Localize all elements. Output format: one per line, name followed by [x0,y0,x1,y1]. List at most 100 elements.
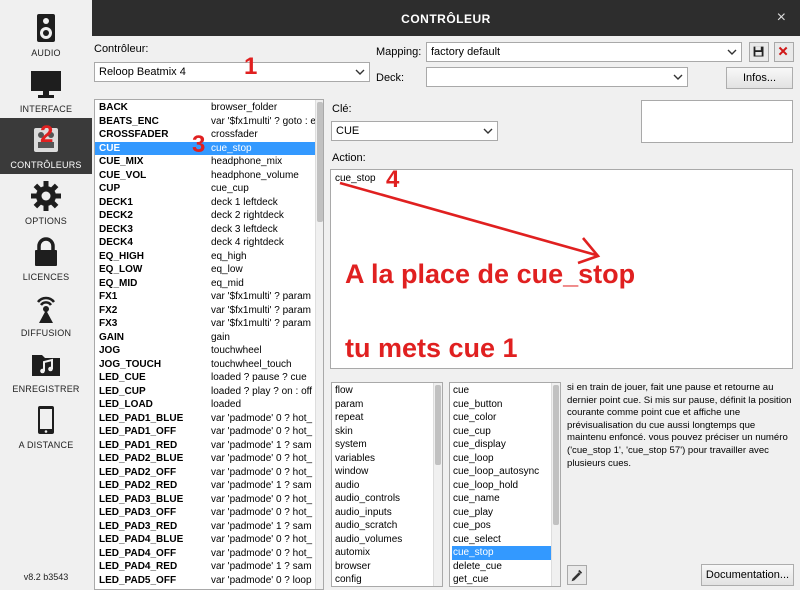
key-row[interactable]: LED_PAD4_RED var 'padmode' 1 ? sam [95,560,315,574]
key-row[interactable]: LED_PAD1_RED var 'padmode' 1 ? sam [95,439,315,453]
key-name: LED_CUE [99,372,146,383]
list-scrollbar[interactable] [551,383,560,586]
controller-select[interactable]: Reloop Beatmix 4 [94,62,370,82]
key-row[interactable]: FX3 var '$fx1multi' ? param [95,317,315,331]
scrollbar-thumb[interactable] [317,102,323,222]
key-action: loaded ? pause ? cue [211,372,307,383]
verb-list[interactable]: cue cue_button cue_color cue_cup cue_display… [449,382,561,587]
list-item[interactable]: cue [452,384,551,398]
list-item[interactable]: cue_loop [452,452,551,466]
scrollbar-thumb[interactable] [435,385,441,465]
save-mapping-button[interactable] [749,42,769,62]
key-row[interactable]: LED_PAD1_BLUE var 'padmode' 0 ? hot_ [95,412,315,426]
key-row[interactable]: LED_PAD3_BLUE var 'padmode' 0 ? hot_ [95,493,315,507]
deck-select[interactable] [426,67,688,87]
key-list-scrollbar[interactable] [315,100,323,589]
list-item[interactable]: system [334,438,433,452]
sidebar-item-options[interactable]: OPTIONS [0,174,92,230]
mapping-select[interactable]: factory default [426,42,742,62]
key-row[interactable]: LED_PAD1_OFF var 'padmode' 0 ? hot_ [95,425,315,439]
key-row[interactable]: DECK2 deck 2 rightdeck [95,209,315,223]
music-folder-icon [32,355,60,376]
key-row[interactable]: LED_PAD4_BLUE var 'padmode' 0 ? hot_ [95,533,315,547]
list-item[interactable]: skin [334,425,433,439]
list-scrollbar[interactable] [433,383,442,586]
key-row[interactable]: LED_CUP loaded ? play ? on : off [95,385,315,399]
list-item[interactable]: cue_color [452,411,551,425]
key-row[interactable]: LED_PAD3_RED var 'padmode' 1 ? sam [95,520,315,534]
key-row[interactable]: FX2 var '$fx1multi' ? param [95,304,315,318]
key-row[interactable]: BEATS_ENC var '$fx1multi' ? goto : e [95,115,315,129]
key-action: loaded [211,399,242,410]
speaker-icon [37,14,55,42]
key-action: var 'padmode' 0 ? loop [211,574,312,586]
list-item[interactable]: cue_loop_autosync [452,465,551,479]
key-row[interactable]: LED_PAD2_RED var 'padmode' 1 ? sam [95,479,315,493]
sidebar-item-diffusion[interactable]: DIFFUSION [0,286,92,342]
sidebar-item-interface[interactable]: INTERFACE [0,62,92,118]
list-item[interactable]: cue_play [452,506,551,520]
list-item[interactable]: cue_pos [452,519,551,533]
close-icon[interactable]: × [777,9,786,27]
sidebar-item-licences[interactable]: LICENCES [0,230,92,286]
key-row[interactable]: DECK3 deck 3 leftdeck [95,223,315,237]
list-item[interactable]: cue_display [452,438,551,452]
key-name: FX3 [99,318,118,329]
sidebar-item-a-distance[interactable]: A DISTANCE [0,398,92,454]
key-row[interactable]: LED_PAD4_OFF var 'padmode' 0 ? hot_ [95,547,315,561]
list-item[interactable]: cue_button [452,398,551,412]
key-action: eq_high [211,250,247,262]
list-item[interactable]: audio_volumes [334,533,433,547]
key-row[interactable]: JOG_TOUCH touchwheel_touch [95,358,315,372]
list-item[interactable]: cue_loop_hold [452,479,551,493]
category-list[interactable]: flow param repeat skin system variables window… [331,382,443,587]
key-row[interactable]: FX1 var '$fx1multi' ? param [95,290,315,304]
key-row[interactable]: CUE_VOL headphone_volume [95,169,315,183]
list-item[interactable]: audio [334,479,433,493]
key-row[interactable]: CUP cue_cup [95,182,315,196]
key-row[interactable]: BACK browser_folder [95,101,315,115]
list-item[interactable]: audio_inputs [334,506,433,520]
key-row[interactable]: LED_PAD3_OFF var 'padmode' 0 ? hot_ [95,506,315,520]
list-item[interactable]: audio_controls [334,492,433,506]
key-row[interactable]: GAIN gain [95,331,315,345]
key-action: var 'padmode' 0 ? hot_ [211,493,313,505]
list-item[interactable]: get_cue [452,573,551,586]
key-row[interactable]: DECK1 deck 1 leftdeck [95,196,315,210]
key-row[interactable]: LED_PAD2_BLUE var 'padmode' 0 ? hot_ [95,452,315,466]
cle-select[interactable]: CUE [331,121,498,141]
key-row[interactable]: LED_PAD5_OFF var 'padmode' 0 ? loop [95,574,315,588]
list-item[interactable]: delete_cue [452,560,551,574]
list-item[interactable]: flow [334,384,433,398]
list-item[interactable]: repeat [334,411,433,425]
list-item[interactable]: window [334,465,433,479]
list-item[interactable]: browser [334,560,433,574]
documentation-button[interactable]: Documentation... [701,564,794,586]
list-item[interactable]: cue_cup [452,425,551,439]
list-item[interactable]: cue_select [452,533,551,547]
key-row[interactable]: DECK4 deck 4 rightdeck [95,236,315,250]
list-item[interactable]: cue_stop [452,546,551,560]
sidebar-item-audio[interactable]: AUDIO [0,6,92,62]
list-item[interactable]: config [334,573,433,586]
delete-mapping-button[interactable] [774,42,794,62]
key-list[interactable]: BACK browser_folder BEATS_ENC var '$fx1mult… [94,99,324,590]
list-item[interactable]: automix [334,546,433,560]
list-item[interactable]: param [334,398,433,412]
save-icon [753,46,764,57]
key-row[interactable]: LED_PAD2_OFF var 'padmode' 0 ? hot_ [95,466,315,480]
key-action: cue_cup [211,183,249,194]
key-row[interactable]: EQ_MID eq_mid [95,277,315,291]
key-row[interactable]: LED_CUE loaded ? pause ? cue [95,371,315,385]
key-row[interactable]: JOG touchwheel [95,344,315,358]
infos-button[interactable]: Infos... [726,67,793,89]
key-row[interactable]: EQ_HIGH eq_high [95,250,315,264]
key-row[interactable]: EQ_LOW eq_low [95,263,315,277]
list-item[interactable]: variables [334,452,433,466]
list-item[interactable]: cue_name [452,492,551,506]
sidebar-item-enregistrer[interactable]: ENREGISTRER [0,342,92,398]
scrollbar-thumb[interactable] [553,385,559,525]
list-item[interactable]: audio_scratch [334,519,433,533]
pick-color-button[interactable] [567,565,587,585]
key-row[interactable]: LED_LOAD loaded [95,398,315,412]
